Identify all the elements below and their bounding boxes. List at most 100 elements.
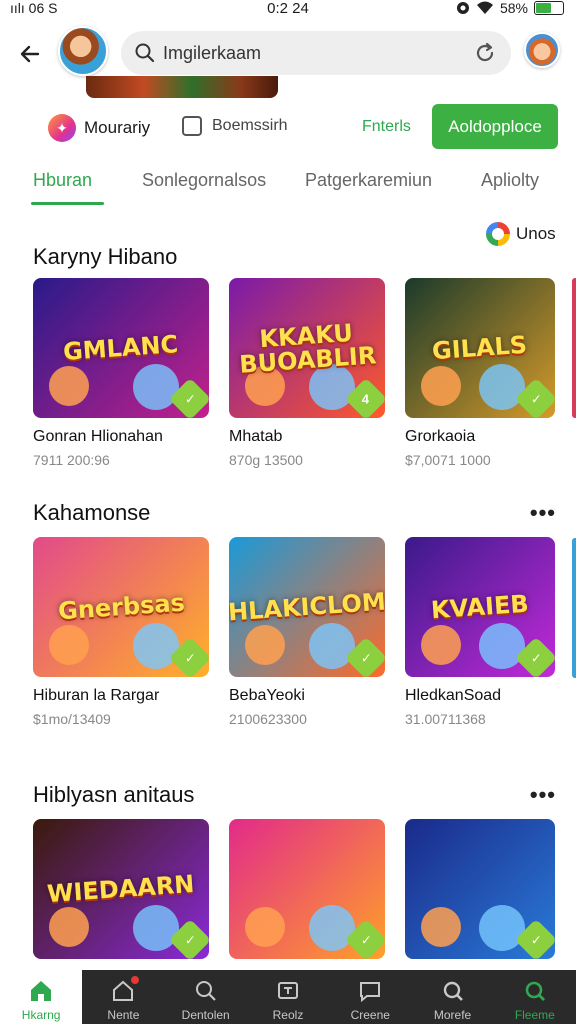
banner-image[interactable] (86, 76, 278, 98)
nav-label: Dentolen (181, 1008, 230, 1022)
character-art (421, 625, 461, 665)
game-card[interactable]: ✓ (229, 819, 385, 959)
section-title-2: Kahamonse (33, 500, 151, 525)
card-subtitle: 31.00711368 (405, 711, 486, 727)
brand-chip[interactable]: ✦ Mourariy (48, 114, 150, 142)
filter-row: ✦ Mourariy Boemssirh Fnterls Aoldopploce (0, 104, 576, 150)
game-card[interactable]: GMLANC ✓ Gonran Hlionahan 7911 200:96 (33, 278, 209, 468)
nav-item[interactable]: Reolz (247, 970, 329, 1024)
nav-item[interactable]: Fleeme (494, 970, 576, 1024)
profile-avatar[interactable] (58, 26, 108, 76)
battery-icon (534, 1, 564, 15)
game-card[interactable]: KKAKU BUOABLIR 4 Mhatab 870g 13500 (229, 278, 385, 468)
status-right: 58% (456, 0, 564, 16)
thumbnail-logo-text (474, 889, 486, 890)
more-icon[interactable]: ••• (530, 782, 556, 808)
card-title: HledkanSoad (405, 687, 502, 704)
user-avatar[interactable] (524, 32, 560, 68)
nav-label: Nente (107, 1008, 140, 1022)
brand-g-icon (486, 222, 510, 246)
thumbnail-logo-text: WIEDAARN (46, 869, 196, 909)
search-input[interactable] (163, 39, 463, 67)
nav-label: Fleeme (514, 1008, 555, 1022)
partial-card[interactable] (572, 538, 576, 678)
card-subtitle: $1mo/13409 (33, 711, 111, 727)
tab-fourth[interactable]: Apliolty (481, 170, 539, 191)
home-icon (28, 978, 54, 1004)
checkbox-icon[interactable] (182, 116, 202, 136)
battery-percent: 58% (499, 0, 528, 16)
nav-item[interactable]: Nente (82, 970, 164, 1024)
nav-item[interactable]: Dentolen (165, 970, 247, 1024)
character-art (49, 625, 89, 665)
tab-second[interactable]: Sonlegornalsos (142, 170, 266, 191)
search-icon (135, 43, 155, 63)
thumbnail-logo-text: HLAKICLOM (229, 587, 385, 627)
game-thumbnail[interactable]: ✓ (405, 819, 555, 959)
search-green-icon (522, 978, 548, 1004)
game-thumbnail[interactable]: WIEDAARN ✓ (33, 819, 209, 959)
thumbnail-logo-text: KKAKU BUOABLIR (238, 318, 378, 379)
game-card[interactable]: Gnerbsas ✓ Hiburan la Rargar $1mo/13409 (33, 537, 209, 727)
card-title: Mhatab (229, 428, 283, 445)
partial-card[interactable] (572, 278, 576, 418)
game-card[interactable]: GILALS ✓ Grorkaoia $7,0071 1000 (405, 278, 555, 468)
wifi-icon (476, 1, 493, 14)
explore-icon (440, 978, 466, 1004)
tv-icon (275, 978, 301, 1004)
card-title: Grorkaoia (405, 428, 476, 445)
character-art (421, 907, 461, 947)
game-thumbnail[interactable]: ✓ (229, 819, 385, 959)
game-thumbnail[interactable]: KKAKU BUOABLIR 4 (229, 278, 385, 418)
search-icon (193, 978, 219, 1004)
game-thumbnail[interactable]: Gnerbsas ✓ (33, 537, 209, 677)
status-bar: ıılı 06 S 0:2 24 58% (0, 0, 576, 20)
card-subtitle: 7911 200:96 (33, 452, 110, 468)
tab-third[interactable]: Patgerkaremiun (305, 170, 432, 191)
brand-tag[interactable]: Unos (486, 222, 556, 246)
character-art (245, 625, 285, 665)
back-button[interactable] (12, 36, 48, 72)
refresh-icon[interactable] (473, 41, 497, 65)
nav-item[interactable]: Hkarng (0, 970, 83, 1024)
game-card[interactable]: ✓ (405, 819, 555, 959)
game-thumbnail[interactable]: GILALS ✓ (405, 278, 555, 418)
game-thumbnail[interactable]: GMLANC ✓ (33, 278, 209, 418)
game-thumbnail[interactable]: KVAIEB ✓ (405, 537, 555, 677)
card-title: Hiburan la Rargar (33, 687, 160, 704)
character-art (421, 366, 461, 406)
nav-item[interactable]: Creene (329, 970, 411, 1024)
tab-hiburan[interactable]: Hburan (33, 170, 92, 191)
brand-tag-label: Unos (516, 224, 556, 243)
card-title: Gonran Hlionahan (33, 428, 163, 445)
character-art (245, 907, 285, 947)
checkbox-label: Boemssirh (212, 117, 288, 134)
game-card[interactable]: HLAKICLOM ✓ BebaYeoki 2100623300 (229, 537, 385, 727)
bottom-navigation: Hkarng Nente Dentolen Reolz Creene Morefe Flee… (0, 970, 576, 1024)
category-tabs: Hburan Sonlegornalsos Patgerkaremiun Apl… (0, 164, 576, 208)
arrow-left-icon (20, 45, 40, 63)
game-card[interactable]: KVAIEB ✓ HledkanSoad 31.00711368 (405, 537, 555, 727)
card-subtitle: $7,0071 1000 (405, 452, 491, 468)
primary-action-button[interactable]: Aoldopploce (432, 104, 558, 149)
nav-label: Morefe (433, 1008, 472, 1022)
search-bar[interactable] (121, 31, 511, 75)
nav-label: Creene (350, 1008, 390, 1022)
brand-label: Mourariy (84, 118, 151, 137)
brand-logo-icon: ✦ (48, 114, 76, 142)
character-art (49, 907, 89, 947)
section-title-1: Karyny Hibano (33, 244, 178, 269)
thumbnail-logo-text: KVAIEB (430, 589, 530, 625)
chat-icon (357, 978, 383, 1004)
card-subtitle: 2100623300 (229, 711, 307, 727)
game-card[interactable]: WIEDAARN ✓ (33, 819, 209, 959)
filter-checkbox[interactable]: Boemssirh (182, 116, 288, 136)
character-art (49, 366, 89, 406)
nav-label: Reolz (272, 1008, 304, 1022)
nav-label: Hkarng (21, 1008, 61, 1022)
nav-item[interactable]: Morefe (411, 970, 493, 1024)
filters-link[interactable]: Fnterls (362, 118, 411, 136)
more-icon[interactable]: ••• (530, 500, 556, 526)
game-thumbnail[interactable]: HLAKICLOM ✓ (229, 537, 385, 677)
thumbnail-logo-text: GILALS (431, 330, 529, 366)
